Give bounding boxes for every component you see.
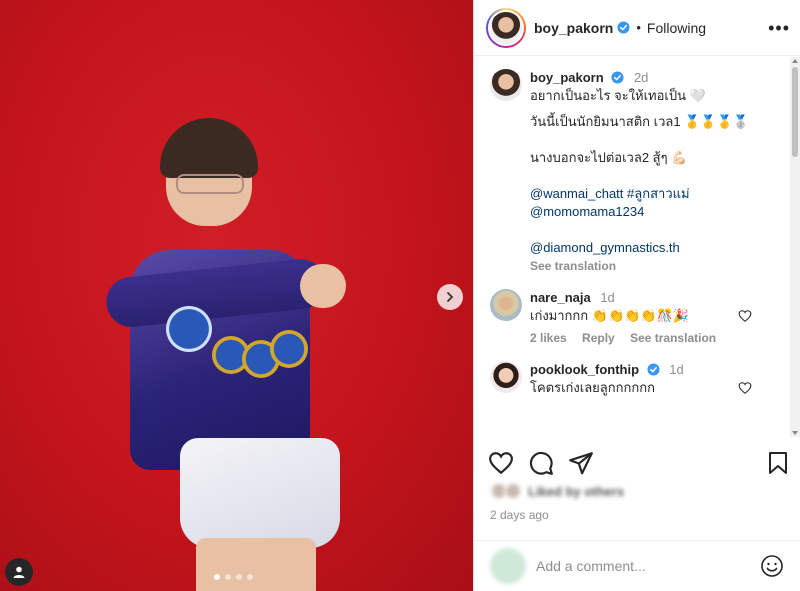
- following-button[interactable]: Following: [647, 20, 706, 36]
- comment-bubble-icon[interactable]: [528, 450, 554, 476]
- caption-line-1: อยากเป็นอะไร จะให้เทอเป็น 🤍: [530, 88, 706, 103]
- more-options-icon[interactable]: •••: [768, 18, 790, 39]
- carousel-indicator: [214, 574, 253, 580]
- author-username[interactable]: boy_pakorn: [534, 20, 613, 36]
- save-bookmark-icon[interactable]: [766, 450, 790, 476]
- scrollbar-thumb[interactable]: [792, 67, 798, 157]
- verified-badge-icon: [611, 71, 624, 84]
- post-dialog: boy_pakorn • Following ••• boy_pakorn 2d…: [0, 0, 800, 591]
- commenter-avatar[interactable]: [490, 289, 522, 321]
- like-comment-heart-icon[interactable]: [738, 309, 752, 323]
- commenter-avatar[interactable]: [490, 361, 522, 393]
- sleeve-patch: [166, 306, 212, 352]
- emoji-smiley-icon[interactable]: [760, 554, 784, 578]
- carousel-dot: [214, 574, 220, 580]
- shorts: [180, 438, 340, 548]
- comment-row: nare_naja 1d เก่งมากกก 👏👏👏👏🎊🎉 2 likes Re…: [490, 289, 774, 347]
- separator-dot: •: [636, 20, 641, 35]
- post-actions: [488, 448, 790, 478]
- tagged-users-button[interactable]: [5, 558, 33, 586]
- comments-scrollbar[interactable]: [790, 57, 800, 437]
- liker-avatar: [504, 482, 522, 500]
- scroll-down-arrow[interactable]: [792, 431, 798, 435]
- post-date[interactable]: 2 days ago: [490, 508, 549, 522]
- commenter-username[interactable]: nare_naja: [530, 290, 591, 305]
- likes-count[interactable]: Liked by others: [528, 484, 624, 499]
- share-paper-plane-icon[interactable]: [568, 450, 594, 476]
- caption-row: boy_pakorn 2d อยากเป็นอะไร จะให้เทอเป็น …: [490, 69, 774, 275]
- mention-link[interactable]: @diamond_gymnastics.th: [530, 240, 680, 255]
- comments-list[interactable]: boy_pakorn 2d อยากเป็นอะไร จะให้เทอเป็น …: [474, 57, 790, 437]
- add-comment-bar: [474, 540, 800, 591]
- caption-line-2: วันนี้เป็นนักยิมนาสติก เวล1 🥇🥇🥇🥈: [530, 114, 749, 129]
- comment-text: เก่งมากกก 👏👏👏👏🎊🎉: [530, 308, 689, 323]
- verified-badge-icon: [647, 363, 660, 376]
- post-header: boy_pakorn • Following •••: [474, 0, 800, 56]
- like-comment-heart-icon[interactable]: [738, 381, 752, 395]
- hair: [160, 118, 258, 178]
- caption-time[interactable]: 2d: [634, 70, 648, 85]
- hashtag-link[interactable]: #ลูกสาวแม่: [627, 186, 690, 201]
- carousel-dot: [247, 574, 253, 580]
- post-media[interactable]: [0, 0, 473, 591]
- caption-avatar[interactable]: [490, 69, 522, 101]
- medal: [270, 330, 308, 368]
- author-avatar[interactable]: [486, 7, 526, 48]
- like-heart-icon[interactable]: [488, 450, 514, 476]
- caption: boy_pakorn 2d อยากเป็นอะไร จะให้เทอเป็น …: [530, 69, 774, 275]
- carousel-next-button[interactable]: [437, 284, 463, 310]
- current-user-avatar: [490, 548, 526, 584]
- comment-time[interactable]: 1d: [669, 362, 683, 377]
- carousel-dot: [236, 574, 242, 580]
- see-translation-link[interactable]: See translation: [530, 259, 616, 273]
- see-translation-link[interactable]: See translation: [630, 331, 716, 345]
- liked-by-summary[interactable]: Liked by others: [490, 482, 624, 500]
- post-side-panel: boy_pakorn • Following ••• boy_pakorn 2d…: [473, 0, 800, 591]
- comment-likes[interactable]: 2 likes: [530, 331, 567, 345]
- caption-username[interactable]: boy_pakorn: [530, 70, 604, 85]
- scroll-up-arrow[interactable]: [792, 59, 798, 63]
- user-icon: [13, 566, 25, 578]
- reply-button[interactable]: Reply: [582, 331, 615, 345]
- caption-line-3: นางบอกจะไปต่อเวล2 สู้ๆ 💪🏻: [530, 150, 688, 165]
- gymnast-photo: [100, 118, 346, 591]
- commenter-username[interactable]: pooklook_fonthip: [530, 362, 639, 377]
- glasses: [176, 174, 244, 194]
- verified-badge-icon: [617, 21, 630, 34]
- legs: [196, 538, 316, 591]
- mention-link[interactable]: @momomama1234: [530, 204, 644, 219]
- comment-row: pooklook_fonthip 1d โคตรเก่งเลยลูกกกกกก: [490, 361, 774, 397]
- comment-text: โคตรเก่งเลยลูกกกกกก: [530, 380, 655, 395]
- hand: [300, 264, 346, 308]
- add-comment-input[interactable]: [536, 558, 750, 574]
- comment-meta: 2 likes Reply See translation: [530, 329, 774, 347]
- carousel-dot: [225, 574, 231, 580]
- comment-time[interactable]: 1d: [600, 290, 614, 305]
- mention-link[interactable]: @wanmai_chatt: [530, 186, 623, 201]
- chevron-right-icon: [447, 292, 454, 302]
